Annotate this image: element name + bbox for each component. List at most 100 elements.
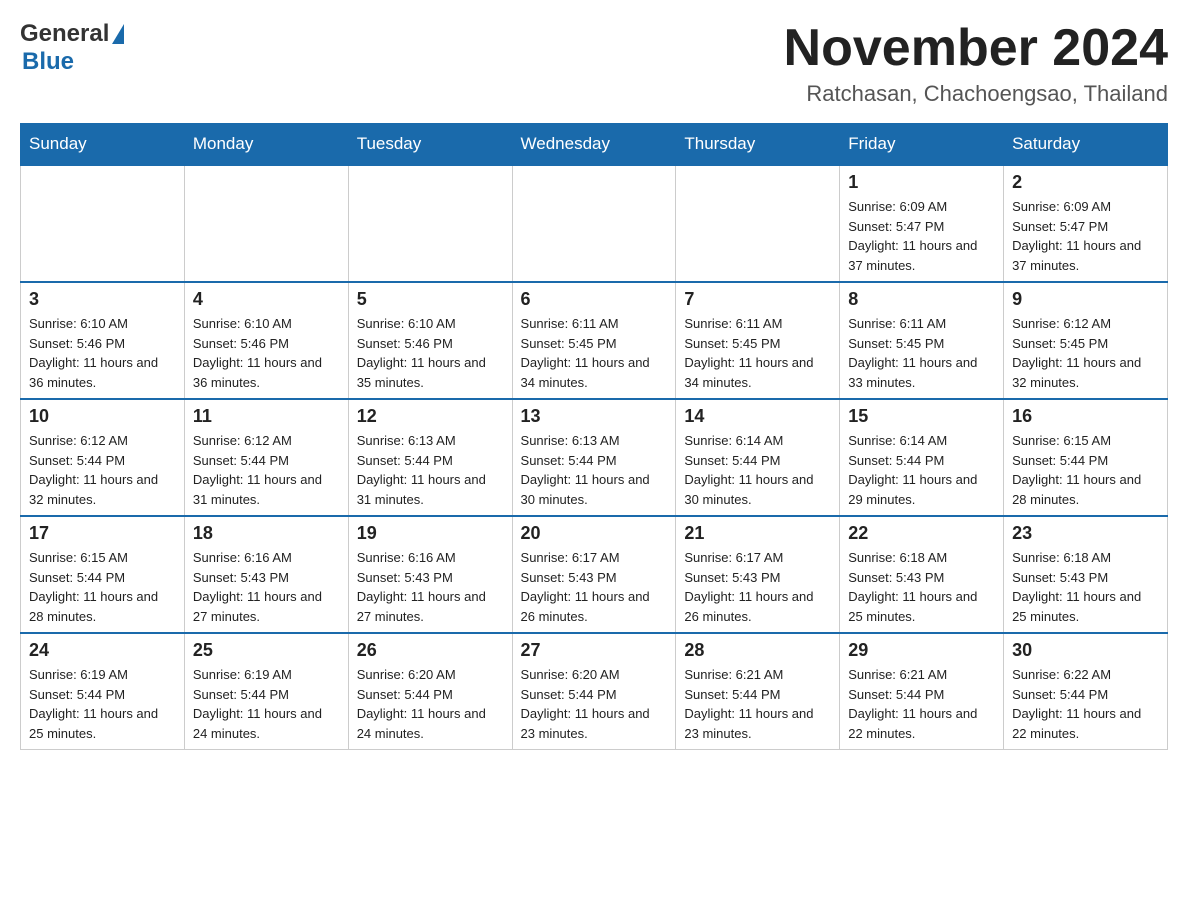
day-number: 21 xyxy=(684,523,831,544)
day-info: Sunrise: 6:12 AMSunset: 5:44 PMDaylight:… xyxy=(29,431,176,509)
day-number: 7 xyxy=(684,289,831,310)
day-number: 27 xyxy=(521,640,668,661)
month-title: November 2024 xyxy=(784,20,1168,77)
weekday-header-thursday: Thursday xyxy=(676,124,840,166)
day-number: 5 xyxy=(357,289,504,310)
day-number: 17 xyxy=(29,523,176,544)
day-number: 6 xyxy=(521,289,668,310)
logo: General Blue xyxy=(20,20,124,76)
calendar-cell: 25Sunrise: 6:19 AMSunset: 5:44 PMDayligh… xyxy=(184,633,348,750)
calendar-cell: 2Sunrise: 6:09 AMSunset: 5:47 PMDaylight… xyxy=(1004,165,1168,282)
calendar-cell: 6 Sunrise: 6:11 AMSunset: 5:45 PMDaylight… xyxy=(512,282,676,399)
calendar-cell xyxy=(184,165,348,282)
day-number: 20 xyxy=(521,523,668,544)
day-number: 14 xyxy=(684,406,831,427)
day-info: Sunrise: 6:14 AMSunset: 5:44 PMDaylight:… xyxy=(848,431,995,509)
calendar-cell: 29 Sunrise: 6:21 AMSunset: 5:44 PMDayligh… xyxy=(840,633,1004,750)
weekday-header-tuesday: Tuesday xyxy=(348,124,512,166)
day-info: Sunrise: 6:18 AMSunset: 5:43 PMDaylight:… xyxy=(1012,548,1159,626)
day-number: 9 xyxy=(1012,289,1159,310)
title-block: November 2024 Ratchasan, Chachoengsao, T… xyxy=(784,20,1168,107)
day-info: Sunrise: 6:10 AMSunset: 5:46 PMDaylight:… xyxy=(357,314,504,392)
day-number: 2 xyxy=(1012,172,1159,193)
calendar-cell: 27Sunrise: 6:20 AMSunset: 5:44 PMDayligh… xyxy=(512,633,676,750)
day-info: Sunrise: 6:15 AMSunset: 5:44 PMDaylight:… xyxy=(29,548,176,626)
calendar-week-4: 17 Sunrise: 6:15 AMSunset: 5:44 PMDayligh… xyxy=(21,516,1168,633)
weekday-header-saturday: Saturday xyxy=(1004,124,1168,166)
calendar-cell: 18Sunrise: 6:16 AMSunset: 5:43 PMDayligh… xyxy=(184,516,348,633)
calendar-cell: 13 Sunrise: 6:13 AMSunset: 5:44 PMDayligh… xyxy=(512,399,676,516)
calendar-cell: 24 Sunrise: 6:19 AMSunset: 5:44 PMDayligh… xyxy=(21,633,185,750)
day-number: 23 xyxy=(1012,523,1159,544)
calendar-cell: 12 Sunrise: 6:13 AMSunset: 5:44 PMDayligh… xyxy=(348,399,512,516)
weekday-header-friday: Friday xyxy=(840,124,1004,166)
day-info: Sunrise: 6:18 AMSunset: 5:43 PMDaylight:… xyxy=(848,548,995,626)
day-info: Sunrise: 6:14 AMSunset: 5:44 PMDaylight:… xyxy=(684,431,831,509)
day-number: 11 xyxy=(193,406,340,427)
day-number: 19 xyxy=(357,523,504,544)
day-info: Sunrise: 6:22 AMSunset: 5:44 PMDaylight:… xyxy=(1012,665,1159,743)
calendar-cell: 16Sunrise: 6:15 AMSunset: 5:44 PMDayligh… xyxy=(1004,399,1168,516)
calendar-cell: 21 Sunrise: 6:17 AMSunset: 5:43 PMDayligh… xyxy=(676,516,840,633)
calendar-cell: 9Sunrise: 6:12 AMSunset: 5:45 PMDaylight… xyxy=(1004,282,1168,399)
calendar-cell xyxy=(512,165,676,282)
day-number: 26 xyxy=(357,640,504,661)
day-info: Sunrise: 6:11 AMSunset: 5:45 PMDaylight:… xyxy=(521,314,668,392)
page-header: General Blue November 2024 Ratchasan, Ch… xyxy=(20,20,1168,107)
logo-blue-text: Blue xyxy=(22,48,74,76)
logo-arrow-icon xyxy=(112,24,124,44)
calendar-cell: 28 Sunrise: 6:21 AMSunset: 5:44 PMDayligh… xyxy=(676,633,840,750)
day-number: 13 xyxy=(521,406,668,427)
calendar-cell: 7Sunrise: 6:11 AMSunset: 5:45 PMDaylight… xyxy=(676,282,840,399)
day-number: 1 xyxy=(848,172,995,193)
day-number: 24 xyxy=(29,640,176,661)
calendar-cell: 8Sunrise: 6:11 AMSunset: 5:45 PMDaylight… xyxy=(840,282,1004,399)
calendar-cell xyxy=(348,165,512,282)
calendar-cell: 10 Sunrise: 6:12 AMSunset: 5:44 PMDayligh… xyxy=(21,399,185,516)
day-info: Sunrise: 6:19 AMSunset: 5:44 PMDaylight:… xyxy=(29,665,176,743)
day-number: 12 xyxy=(357,406,504,427)
calendar-cell: 23 Sunrise: 6:18 AMSunset: 5:43 PMDayligh… xyxy=(1004,516,1168,633)
day-info: Sunrise: 6:21 AMSunset: 5:44 PMDaylight:… xyxy=(684,665,831,743)
day-number: 10 xyxy=(29,406,176,427)
calendar-cell: 4 Sunrise: 6:10 AMSunset: 5:46 PMDaylight… xyxy=(184,282,348,399)
weekday-header-monday: Monday xyxy=(184,124,348,166)
day-number: 30 xyxy=(1012,640,1159,661)
calendar-cell: 30 Sunrise: 6:22 AMSunset: 5:44 PMDayligh… xyxy=(1004,633,1168,750)
calendar-cell: 11 Sunrise: 6:12 AMSunset: 5:44 PMDayligh… xyxy=(184,399,348,516)
day-info: Sunrise: 6:10 AMSunset: 5:46 PMDaylight:… xyxy=(193,314,340,392)
weekday-header-sunday: Sunday xyxy=(21,124,185,166)
calendar-week-5: 24 Sunrise: 6:19 AMSunset: 5:44 PMDayligh… xyxy=(21,633,1168,750)
day-info: Sunrise: 6:16 AMSunset: 5:43 PMDaylight:… xyxy=(193,548,340,626)
calendar-cell xyxy=(676,165,840,282)
calendar-cell: 5 Sunrise: 6:10 AMSunset: 5:46 PMDaylight… xyxy=(348,282,512,399)
calendar-cell: 3Sunrise: 6:10 AMSunset: 5:46 PMDaylight… xyxy=(21,282,185,399)
day-info: Sunrise: 6:13 AMSunset: 5:44 PMDaylight:… xyxy=(521,431,668,509)
calendar-cell: 17 Sunrise: 6:15 AMSunset: 5:44 PMDayligh… xyxy=(21,516,185,633)
calendar-cell: 20 Sunrise: 6:17 AMSunset: 5:43 PMDayligh… xyxy=(512,516,676,633)
day-info: Sunrise: 6:15 AMSunset: 5:44 PMDaylight:… xyxy=(1012,431,1159,509)
calendar-cell: 22 Sunrise: 6:18 AMSunset: 5:43 PMDayligh… xyxy=(840,516,1004,633)
day-info: Sunrise: 6:12 AMSunset: 5:44 PMDaylight:… xyxy=(193,431,340,509)
day-number: 29 xyxy=(848,640,995,661)
day-number: 25 xyxy=(193,640,340,661)
day-info: Sunrise: 6:20 AMSunset: 5:44 PMDaylight:… xyxy=(357,665,504,743)
day-info: Sunrise: 6:09 AMSunset: 5:47 PMDaylight:… xyxy=(848,197,995,275)
day-info: Sunrise: 6:13 AMSunset: 5:44 PMDaylight:… xyxy=(357,431,504,509)
calendar-header-row: SundayMondayTuesdayWednesdayThursdayFrid… xyxy=(21,124,1168,166)
calendar-cell: 14 Sunrise: 6:14 AMSunset: 5:44 PMDayligh… xyxy=(676,399,840,516)
day-number: 22 xyxy=(848,523,995,544)
day-info: Sunrise: 6:21 AMSunset: 5:44 PMDaylight:… xyxy=(848,665,995,743)
day-number: 15 xyxy=(848,406,995,427)
calendar-cell: 19 Sunrise: 6:16 AMSunset: 5:43 PMDayligh… xyxy=(348,516,512,633)
day-number: 4 xyxy=(193,289,340,310)
day-info: Sunrise: 6:17 AMSunset: 5:43 PMDaylight:… xyxy=(521,548,668,626)
calendar-cell: 26 Sunrise: 6:20 AMSunset: 5:44 PMDayligh… xyxy=(348,633,512,750)
day-info: Sunrise: 6:10 AMSunset: 5:46 PMDaylight:… xyxy=(29,314,176,392)
calendar-cell: 1 Sunrise: 6:09 AMSunset: 5:47 PMDaylight… xyxy=(840,165,1004,282)
day-info: Sunrise: 6:17 AMSunset: 5:43 PMDaylight:… xyxy=(684,548,831,626)
calendar-week-2: 3Sunrise: 6:10 AMSunset: 5:46 PMDaylight… xyxy=(21,282,1168,399)
weekday-header-wednesday: Wednesday xyxy=(512,124,676,166)
day-info: Sunrise: 6:16 AMSunset: 5:43 PMDaylight:… xyxy=(357,548,504,626)
day-number: 28 xyxy=(684,640,831,661)
